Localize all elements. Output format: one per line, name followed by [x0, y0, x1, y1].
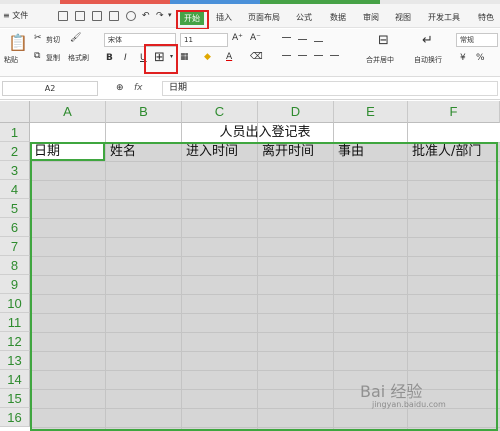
tab-view[interactable]: 视图	[395, 12, 411, 23]
shrink-font-button[interactable]: A⁻	[250, 33, 261, 43]
row-header[interactable]: 3	[0, 161, 30, 180]
format-painter-button[interactable]: 格式刷	[68, 53, 89, 63]
print-icon[interactable]	[92, 11, 102, 21]
sheet-title-cell[interactable]: 人员出入登记表	[30, 123, 500, 142]
row-header[interactable]: 9	[0, 275, 30, 294]
select-all-corner[interactable]	[0, 101, 30, 123]
column-header[interactable]: F	[408, 101, 500, 123]
tab-review[interactable]: 审阅	[363, 12, 379, 23]
undo-icon[interactable]: ↶	[142, 11, 150, 21]
font-size-select[interactable]: 11	[180, 33, 228, 47]
watermark-logo: Bai 经验	[360, 382, 423, 401]
row-header[interactable]: 8	[0, 256, 30, 275]
row-header[interactable]: 12	[0, 332, 30, 351]
merge-center-button[interactable]: 合并居中	[366, 55, 394, 65]
tab-formulas[interactable]: 公式	[296, 12, 312, 23]
header-cell-approver[interactable]: 批准人/部门	[409, 142, 481, 161]
tab-insert[interactable]: 插入	[216, 12, 232, 23]
column-header[interactable]: A	[30, 101, 106, 123]
percent-icon[interactable]: %	[476, 53, 485, 63]
column-header[interactable]: C	[182, 101, 258, 123]
row-header[interactable]: 13	[0, 351, 30, 370]
italic-button[interactable]: I	[124, 53, 127, 63]
highlight-box-border-button	[144, 44, 178, 74]
copy-icon[interactable]: ⧉	[34, 51, 40, 61]
redo-icon[interactable]: ↷	[156, 11, 164, 21]
fx-button[interactable]: fx	[134, 83, 143, 93]
row-header[interactable]: 15	[0, 389, 30, 408]
file-menu[interactable]: ≡ 文件	[3, 10, 28, 21]
header-cell-name[interactable]: 姓名	[107, 142, 136, 161]
row-header[interactable]: 2	[0, 142, 30, 161]
row-header[interactable]: 5	[0, 199, 30, 218]
font-color-icon[interactable]: A	[226, 52, 232, 62]
row-header[interactable]: 6	[0, 218, 30, 237]
chevron-down-icon[interactable]: ▾	[168, 11, 172, 19]
cell-style-icon[interactable]: ▦	[180, 52, 189, 62]
bold-button[interactable]: B	[106, 53, 113, 63]
row-header[interactable]: 10	[0, 294, 30, 313]
name-box[interactable]: A2	[2, 81, 98, 96]
merge-icon[interactable]: ⊟	[378, 33, 389, 48]
paste-button[interactable]: 粘贴	[4, 55, 18, 65]
row-header[interactable]: 11	[0, 313, 30, 332]
formula-bar: A2 ⊕ fx 日期	[0, 78, 500, 100]
column-header[interactable]: E	[334, 101, 408, 123]
tab-data[interactable]: 数据	[330, 12, 346, 23]
watermark-url: jingyan.baidu.com	[372, 400, 446, 409]
align-right-icon[interactable]	[314, 55, 323, 56]
header-cell-reason[interactable]: 事由	[335, 142, 364, 161]
align-left-icon[interactable]	[282, 55, 291, 56]
zoom-icon[interactable]: ⊕	[116, 83, 124, 93]
justify-icon[interactable]	[330, 55, 339, 56]
format-painter-icon[interactable]: 🖌	[70, 33, 81, 43]
row-header[interactable]: 1	[0, 123, 30, 142]
align-center-icon[interactable]	[298, 55, 307, 56]
wrap-text-icon[interactable]: ↵	[422, 33, 433, 48]
align-middle-icon[interactable]	[298, 39, 307, 40]
column-header[interactable]: D	[258, 101, 334, 123]
column-header[interactable]: B	[106, 101, 182, 123]
spellcheck-icon[interactable]	[126, 11, 136, 21]
formula-input[interactable]: 日期	[162, 81, 498, 96]
save-icon[interactable]	[58, 11, 68, 21]
header-cell-date[interactable]: 日期	[31, 142, 60, 161]
clear-format-icon[interactable]: ⌫	[250, 52, 263, 62]
wrap-text-button[interactable]: 自动换行	[414, 55, 442, 65]
cut-button[interactable]: 剪切	[46, 35, 60, 45]
selection-border	[30, 142, 498, 431]
align-bottom-icon[interactable]	[314, 41, 323, 42]
paste-icon[interactable]: 📋	[8, 33, 28, 52]
tab-developer[interactable]: 开发工具	[428, 12, 460, 23]
menu-bar: ≡ 文件 ↶ ↷ ▾ 开始 插入 页面布局 公式 数据 审阅 视图 开发工具 特…	[0, 4, 500, 30]
grow-font-button[interactable]: A⁺	[232, 33, 243, 43]
cut-icon[interactable]: ✂	[34, 33, 42, 43]
number-format-select[interactable]: 常规	[456, 33, 498, 47]
row-header[interactable]: 7	[0, 237, 30, 256]
row-header[interactable]: 4	[0, 180, 30, 199]
header-cell-exit-time[interactable]: 离开时间	[259, 142, 314, 161]
currency-icon[interactable]: ¥	[460, 53, 466, 63]
tab-page-layout[interactable]: 页面布局	[248, 12, 280, 23]
copy-button[interactable]: 复制	[46, 53, 60, 63]
ribbon-toolbar: 📋 粘贴 ✂ 剪切 ⧉ 复制 🖌 格式刷 宋体 11 A⁺ A⁻ B I U ⊞…	[0, 29, 500, 77]
header-cell-entry-time[interactable]: 进入时间	[183, 142, 238, 161]
tab-features[interactable]: 特色	[478, 12, 494, 23]
fill-color-icon[interactable]: ◆	[204, 52, 211, 62]
row-header[interactable]: 14	[0, 370, 30, 389]
align-top-icon[interactable]	[282, 37, 291, 38]
highlight-box-home-tab	[176, 10, 209, 30]
preview-icon[interactable]	[109, 11, 119, 21]
row-header[interactable]: 16	[0, 408, 30, 427]
export-icon[interactable]	[75, 11, 85, 21]
